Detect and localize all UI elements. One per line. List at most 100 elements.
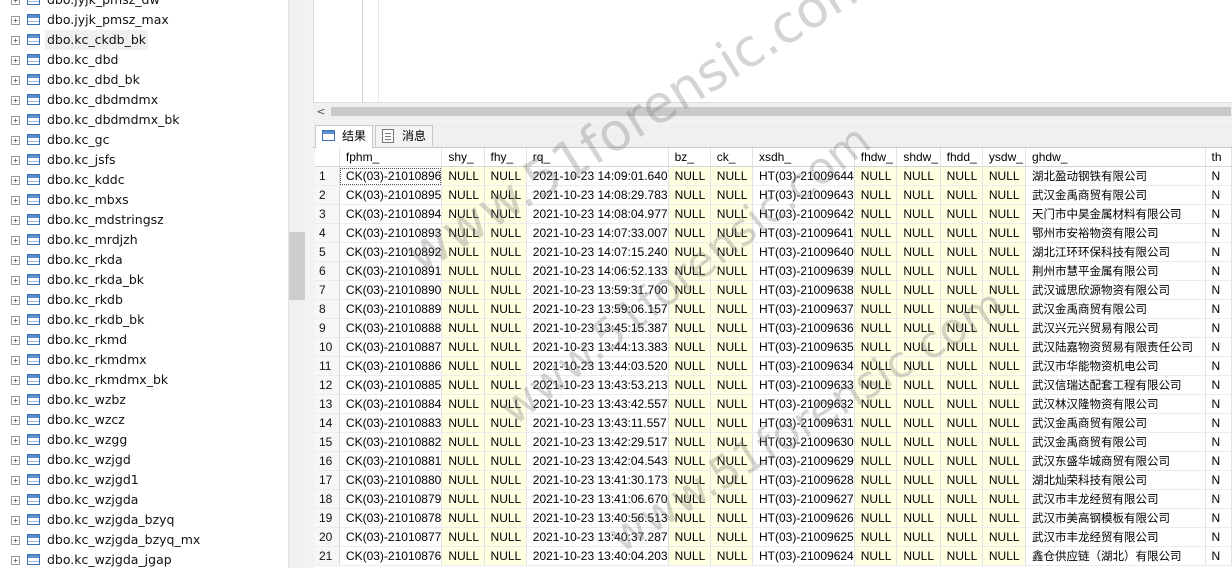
table-cell[interactable]: 2021-10-23 14:08:29.783 (526, 185, 669, 205)
column-header[interactable]: fphm_ (339, 148, 443, 167)
table-cell[interactable]: HT(03)-21009637 (752, 299, 855, 319)
expand-plus-icon[interactable]: + (11, 476, 20, 485)
table-cell[interactable]: NULL (896, 356, 941, 376)
table-cell[interactable]: NULL (854, 261, 898, 281)
table-cell[interactable]: 2021-10-23 13:40:04.203 (526, 546, 669, 566)
table-cell[interactable]: 武汉信瑞达配套工程有限公司 (1025, 375, 1206, 395)
table-cell[interactable]: NULL (982, 546, 1027, 566)
table-cell[interactable]: CK(03)-21010885 (339, 375, 443, 395)
expand-plus-icon[interactable]: + (11, 36, 20, 45)
table-cell[interactable]: CK(03)-21010876 (339, 546, 443, 566)
table-cell[interactable]: N (1205, 451, 1232, 471)
column-header[interactable]: xsdh_ (752, 148, 855, 167)
table-cell[interactable]: NULL (484, 242, 527, 262)
table-cell[interactable]: NULL (441, 356, 485, 376)
table-cell[interactable]: CK(03)-21010881 (339, 451, 443, 471)
table-cell[interactable]: NULL (710, 432, 754, 452)
column-header[interactable]: ghdw_ (1025, 148, 1206, 167)
table-cell[interactable]: 2021-10-23 13:40:37.287 (526, 527, 669, 547)
table-cell[interactable]: 2021-10-23 13:44:03.520 (526, 356, 669, 376)
table-cell[interactable]: NULL (484, 356, 527, 376)
column-header[interactable]: ysdw_ (982, 148, 1027, 167)
table-cell[interactable]: 武汉金禹商贸有限公司 (1025, 413, 1206, 433)
table-cell[interactable]: NULL (940, 375, 983, 395)
row-number-cell[interactable]: 3 (315, 204, 340, 224)
table-cell[interactable]: NULL (940, 280, 983, 300)
table-cell[interactable]: NULL (940, 489, 983, 509)
table-cell[interactable]: 2021-10-23 13:59:06.157 (526, 299, 669, 319)
table-cell[interactable]: 2021-10-23 13:43:53.213 (526, 375, 669, 395)
table-row[interactable]: 16 CK(03)-21010881 NULL NULL 2021-10-23 13:4… (315, 451, 1232, 471)
tree-item-table[interactable]: + dbo.kc_rkda_bk (0, 270, 288, 290)
table-cell[interactable]: NULL (441, 508, 485, 528)
table-cell[interactable]: NULL (710, 546, 754, 566)
table-cell[interactable]: 2021-10-23 13:45:15.387 (526, 318, 669, 338)
tree-item-table[interactable]: + dbo.kc_dbd_bk (0, 70, 288, 90)
table-cell[interactable]: NULL (896, 318, 941, 338)
row-number-cell[interactable]: 12 (315, 375, 340, 395)
table-cell[interactable]: 武汉市华能物资机电公司 (1025, 356, 1206, 376)
table-cell[interactable]: 2021-10-23 13:40:56.513 (526, 508, 669, 528)
table-cell[interactable]: NULL (982, 299, 1027, 319)
table-cell[interactable]: NULL (854, 375, 898, 395)
table-cell[interactable]: HT(03)-21009642 (752, 204, 855, 224)
table-row[interactable]: 17 CK(03)-21010880 NULL NULL 2021-10-23 13:4… (315, 470, 1232, 490)
tree-item-table[interactable]: + dbo.kc_mbxs (0, 190, 288, 210)
table-row[interactable]: 1 CK(03)-21010896 NULL NULL 2021-10-23 14:09… (315, 166, 1232, 186)
table-row[interactable]: 4 CK(03)-21010893 NULL NULL 2021-10-23 14:07… (315, 223, 1232, 243)
table-cell[interactable]: NULL (940, 394, 983, 414)
row-number-cell[interactable]: 1 (315, 166, 340, 186)
table-cell[interactable]: NULL (484, 432, 527, 452)
table-cell[interactable]: NULL (710, 375, 754, 395)
table-cell[interactable]: NULL (441, 299, 485, 319)
table-cell[interactable]: NULL (441, 527, 485, 547)
table-cell[interactable]: CK(03)-21010888 (339, 318, 443, 338)
table-row[interactable]: 19 CK(03)-21010878 NULL NULL 2021-10-23 13:4… (315, 508, 1232, 528)
table-cell[interactable]: CK(03)-21010878 (339, 508, 443, 528)
expand-plus-icon[interactable]: + (11, 336, 20, 345)
table-cell[interactable]: NULL (940, 261, 983, 281)
table-cell[interactable]: HT(03)-21009629 (752, 451, 855, 471)
table-cell[interactable]: NULL (854, 299, 898, 319)
table-cell[interactable]: NULL (854, 394, 898, 414)
expand-plus-icon[interactable]: + (11, 496, 20, 505)
table-cell[interactable]: NULL (710, 204, 754, 224)
table-cell[interactable]: 武汉东盛华城商贸有限公司 (1025, 451, 1206, 471)
table-cell[interactable]: NULL (441, 318, 485, 338)
table-cell[interactable]: 武汉兴元兴贸易有限公司 (1025, 318, 1206, 338)
table-cell[interactable]: NULL (668, 432, 711, 452)
table-cell[interactable]: NULL (710, 527, 754, 547)
table-cell[interactable]: NULL (668, 470, 711, 490)
table-cell[interactable]: 2021-10-23 14:09:01.640 (526, 166, 669, 186)
table-cell[interactable]: NULL (854, 470, 898, 490)
table-cell[interactable]: NULL (484, 223, 527, 243)
table-cell[interactable]: 武汉金禹商贸有限公司 (1025, 185, 1206, 205)
table-cell[interactable]: NULL (710, 242, 754, 262)
table-row[interactable]: 20 CK(03)-21010877 NULL NULL 2021-10-23 13:4… (315, 527, 1232, 547)
table-cell[interactable]: N (1205, 318, 1232, 338)
table-cell[interactable]: NULL (484, 261, 527, 281)
column-header[interactable]: ck_ (710, 148, 754, 167)
tree-item-table[interactable]: + dbo.kc_wzjgda_bzyq (0, 510, 288, 530)
table-cell[interactable]: NULL (710, 489, 754, 509)
table-cell[interactable]: NULL (854, 413, 898, 433)
table-cell[interactable]: NULL (484, 546, 527, 566)
table-cell[interactable]: NULL (854, 432, 898, 452)
table-cell[interactable]: 2021-10-23 13:43:11.557 (526, 413, 669, 433)
table-cell[interactable]: NULL (710, 337, 754, 357)
table-cell[interactable]: NULL (668, 318, 711, 338)
table-cell[interactable]: NULL (484, 204, 527, 224)
table-cell[interactable]: CK(03)-21010884 (339, 394, 443, 414)
tree-item-table[interactable]: + dbo.kc_dbdmdmx_bk (0, 110, 288, 130)
table-cell[interactable]: NULL (854, 337, 898, 357)
table-cell[interactable]: HT(03)-21009638 (752, 280, 855, 300)
expand-plus-icon[interactable]: + (11, 156, 20, 165)
table-cell[interactable]: NULL (484, 508, 527, 528)
table-cell[interactable]: NULL (710, 318, 754, 338)
table-cell[interactable]: HT(03)-21009630 (752, 432, 855, 452)
tree-item-table[interactable]: + dbo.jyjk_pmsz_dw (0, 0, 288, 10)
table-cell[interactable]: HT(03)-21009627 (752, 489, 855, 509)
table-cell[interactable]: NULL (668, 413, 711, 433)
table-cell[interactable]: NULL (441, 223, 485, 243)
table-cell[interactable]: NULL (940, 185, 983, 205)
